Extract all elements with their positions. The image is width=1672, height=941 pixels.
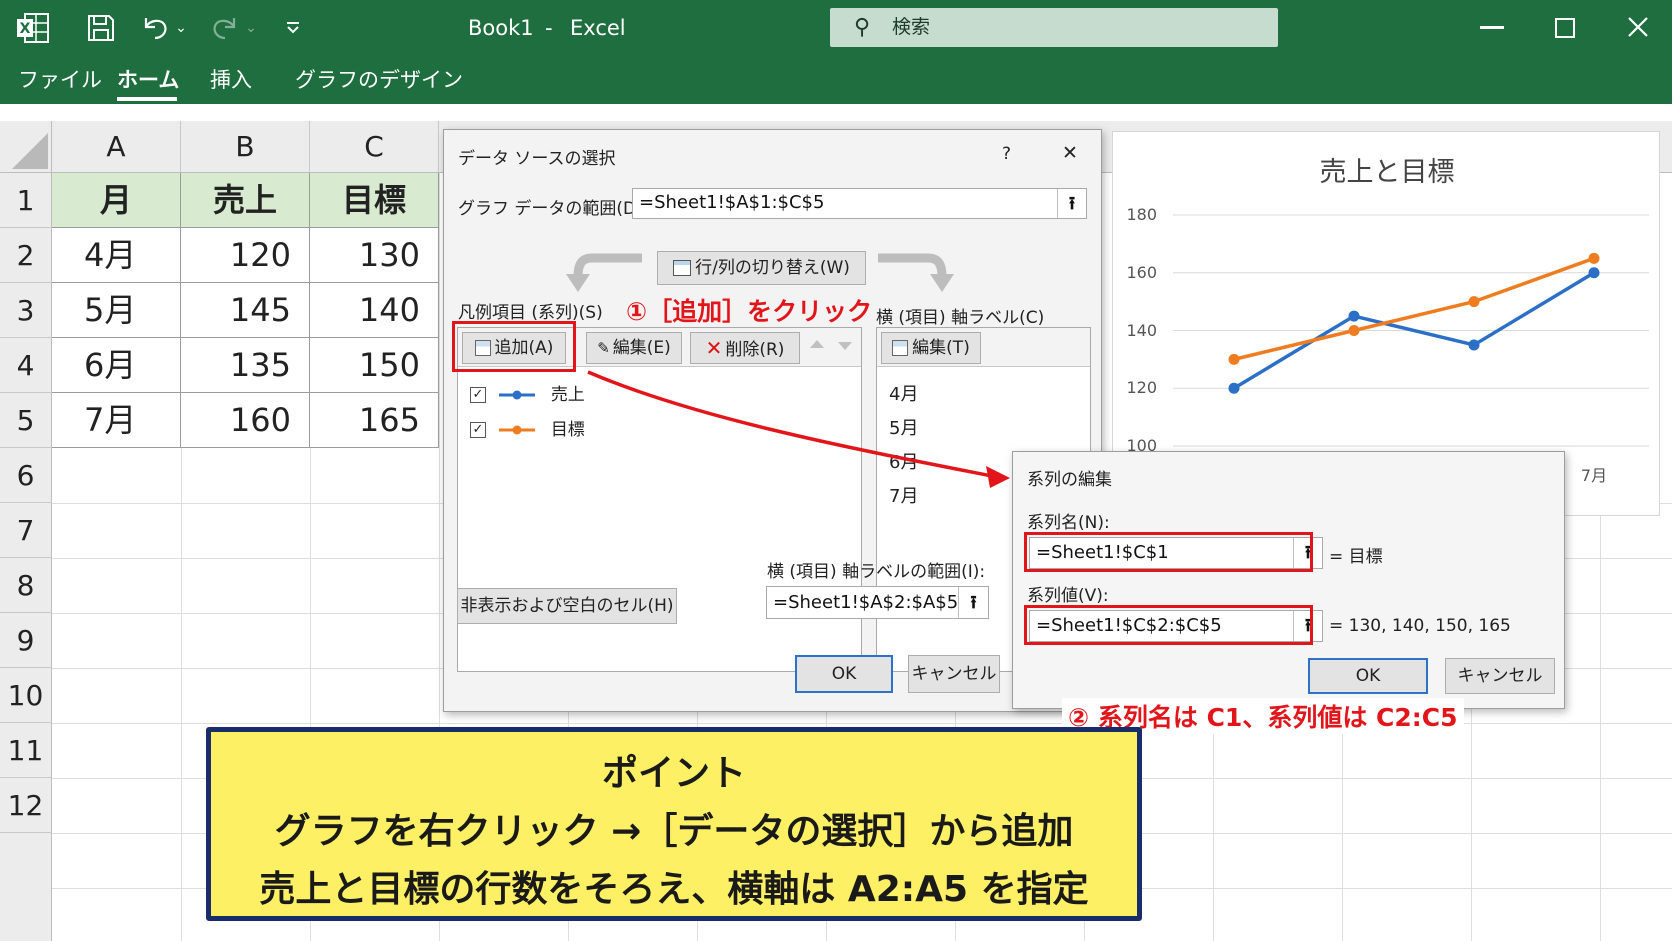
point-title: ポイント: [601, 753, 746, 794]
point-line-1: グラフを右クリック →［データの選択］から追加: [274, 811, 1074, 852]
point-line-2: 売上と目標の行数をそろえ、横軸は A2:A5 を指定: [259, 869, 1089, 910]
point-callout-box: ポイント グラフを右クリック →［データの選択］から追加 売上と目標の行数をそろ…: [206, 727, 1142, 921]
